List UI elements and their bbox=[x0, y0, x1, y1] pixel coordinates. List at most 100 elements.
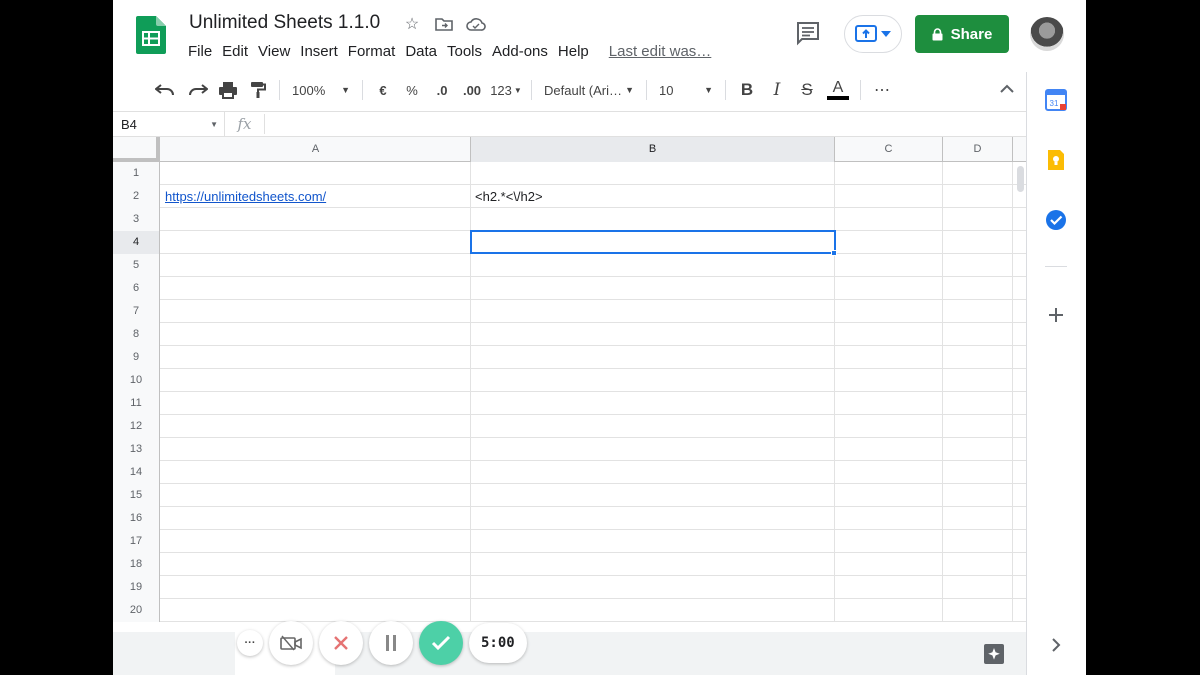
calendar-icon[interactable]: 31 bbox=[1045, 89, 1067, 111]
cell-b-7[interactable] bbox=[471, 300, 835, 323]
cell-d-11[interactable] bbox=[943, 392, 1013, 415]
select-all-corner[interactable] bbox=[113, 137, 160, 162]
cell-d-19[interactable] bbox=[943, 576, 1013, 599]
row-header[interactable]: 16 bbox=[113, 507, 160, 530]
cell-b-2[interactable]: <h2.*<\/h2> bbox=[471, 185, 835, 208]
cell-a-13[interactable] bbox=[161, 438, 471, 461]
cell-c-18[interactable] bbox=[835, 553, 943, 576]
increase-decimal-button[interactable]: .00 bbox=[457, 76, 487, 104]
cell-d-18[interactable] bbox=[943, 553, 1013, 576]
currency-button[interactable]: € bbox=[369, 76, 397, 104]
cell-d-6[interactable] bbox=[943, 277, 1013, 300]
chevron-right-icon[interactable] bbox=[1045, 634, 1067, 656]
formula-input[interactable] bbox=[265, 113, 1026, 135]
recorder-more-button[interactable]: ··· bbox=[237, 630, 263, 656]
cell-b-16[interactable] bbox=[471, 507, 835, 530]
star-icon[interactable]: ☆ bbox=[400, 14, 424, 34]
cell-a-18[interactable] bbox=[161, 553, 471, 576]
cell-a-17[interactable] bbox=[161, 530, 471, 553]
pause-recording-button[interactable] bbox=[369, 621, 413, 665]
row-header[interactable]: 18 bbox=[113, 553, 160, 576]
row-header[interactable]: 1 bbox=[113, 162, 160, 185]
cell-a-11[interactable] bbox=[161, 392, 471, 415]
menu-format[interactable]: Format bbox=[348, 42, 404, 62]
cancel-recording-button[interactable] bbox=[319, 621, 363, 665]
cell-d-20[interactable] bbox=[943, 599, 1013, 622]
cell-c-13[interactable] bbox=[835, 438, 943, 461]
camera-toggle-button[interactable] bbox=[269, 621, 313, 665]
cell-b-3[interactable] bbox=[471, 208, 835, 231]
cell-c-6[interactable] bbox=[835, 277, 943, 300]
cell-d-15[interactable] bbox=[943, 484, 1013, 507]
paint-format-icon[interactable] bbox=[243, 76, 273, 104]
more-options-button[interactable]: ⋯ bbox=[867, 76, 897, 104]
cell-b-11[interactable] bbox=[471, 392, 835, 415]
cell-b-6[interactable] bbox=[471, 277, 835, 300]
cell-a-10[interactable] bbox=[161, 369, 471, 392]
last-edit-link[interactable]: Last edit was… bbox=[609, 42, 720, 62]
redo-icon[interactable] bbox=[183, 76, 213, 104]
menu-tools[interactable]: Tools bbox=[447, 42, 490, 62]
fill-handle[interactable] bbox=[831, 250, 837, 256]
add-icon[interactable] bbox=[1045, 304, 1067, 326]
row-header[interactable]: 13 bbox=[113, 438, 160, 461]
cell-c-12[interactable] bbox=[835, 415, 943, 438]
cell-b-20[interactable] bbox=[471, 599, 835, 622]
menu-edit[interactable]: Edit bbox=[222, 42, 256, 62]
cell-c-7[interactable] bbox=[835, 300, 943, 323]
row-header[interactable]: 14 bbox=[113, 461, 160, 484]
italic-button[interactable]: I bbox=[762, 76, 792, 104]
column-header-c[interactable]: C bbox=[835, 137, 943, 162]
cell-a-8[interactable] bbox=[161, 323, 471, 346]
cell-c-10[interactable] bbox=[835, 369, 943, 392]
cell-d-4[interactable] bbox=[943, 231, 1013, 254]
cell-d-16[interactable] bbox=[943, 507, 1013, 530]
cell-a-12[interactable] bbox=[161, 415, 471, 438]
column-header-d[interactable]: D bbox=[943, 137, 1013, 162]
menu-insert[interactable]: Insert bbox=[300, 42, 346, 62]
row-header[interactable]: 8 bbox=[113, 323, 160, 346]
strikethrough-button[interactable]: S bbox=[792, 76, 822, 104]
cell-b-12[interactable] bbox=[471, 415, 835, 438]
row-header[interactable]: 11 bbox=[113, 392, 160, 415]
cell-c-1[interactable] bbox=[835, 162, 943, 185]
menu-help[interactable]: Help bbox=[558, 42, 597, 62]
cell-a-19[interactable] bbox=[161, 576, 471, 599]
cell-b-8[interactable] bbox=[471, 323, 835, 346]
cell-a-1[interactable] bbox=[161, 162, 471, 185]
cell-c-17[interactable] bbox=[835, 530, 943, 553]
cell-b-1[interactable] bbox=[471, 162, 835, 185]
sheets-logo-icon[interactable] bbox=[136, 16, 166, 54]
cell-d-3[interactable] bbox=[943, 208, 1013, 231]
cell-c-3[interactable] bbox=[835, 208, 943, 231]
more-formats-button[interactable]: 123 ▼ bbox=[487, 76, 525, 104]
cell-a-15[interactable] bbox=[161, 484, 471, 507]
cell-b-15[interactable] bbox=[471, 484, 835, 507]
name-box[interactable]: B4 ▼ bbox=[113, 112, 225, 136]
cell-c-4[interactable] bbox=[835, 231, 943, 254]
cell-a-3[interactable] bbox=[161, 208, 471, 231]
row-header[interactable]: 9 bbox=[113, 346, 160, 369]
cell-a-14[interactable] bbox=[161, 461, 471, 484]
undo-icon[interactable] bbox=[147, 76, 183, 104]
document-title[interactable]: Unlimited Sheets 1.1.0 bbox=[189, 12, 380, 34]
cell-b-9[interactable] bbox=[471, 346, 835, 369]
text-color-button[interactable]: A bbox=[822, 76, 854, 104]
menu-file[interactable]: File bbox=[188, 42, 220, 62]
cell-c-5[interactable] bbox=[835, 254, 943, 277]
cell-b-17[interactable] bbox=[471, 530, 835, 553]
cell-b-19[interactable] bbox=[471, 576, 835, 599]
cell-d-2[interactable] bbox=[943, 185, 1013, 208]
vertical-scrollbar[interactable] bbox=[1015, 162, 1026, 620]
cell-d-1[interactable] bbox=[943, 162, 1013, 185]
cloud-status-icon[interactable] bbox=[464, 14, 488, 34]
cell-a-6[interactable] bbox=[161, 277, 471, 300]
cell-c-15[interactable] bbox=[835, 484, 943, 507]
menu-view[interactable]: View bbox=[258, 42, 298, 62]
cell-b-13[interactable] bbox=[471, 438, 835, 461]
column-header-b[interactable]: B bbox=[471, 137, 835, 162]
cell-d-17[interactable] bbox=[943, 530, 1013, 553]
cell-b-14[interactable] bbox=[471, 461, 835, 484]
cell-c-11[interactable] bbox=[835, 392, 943, 415]
row-header[interactable]: 12 bbox=[113, 415, 160, 438]
